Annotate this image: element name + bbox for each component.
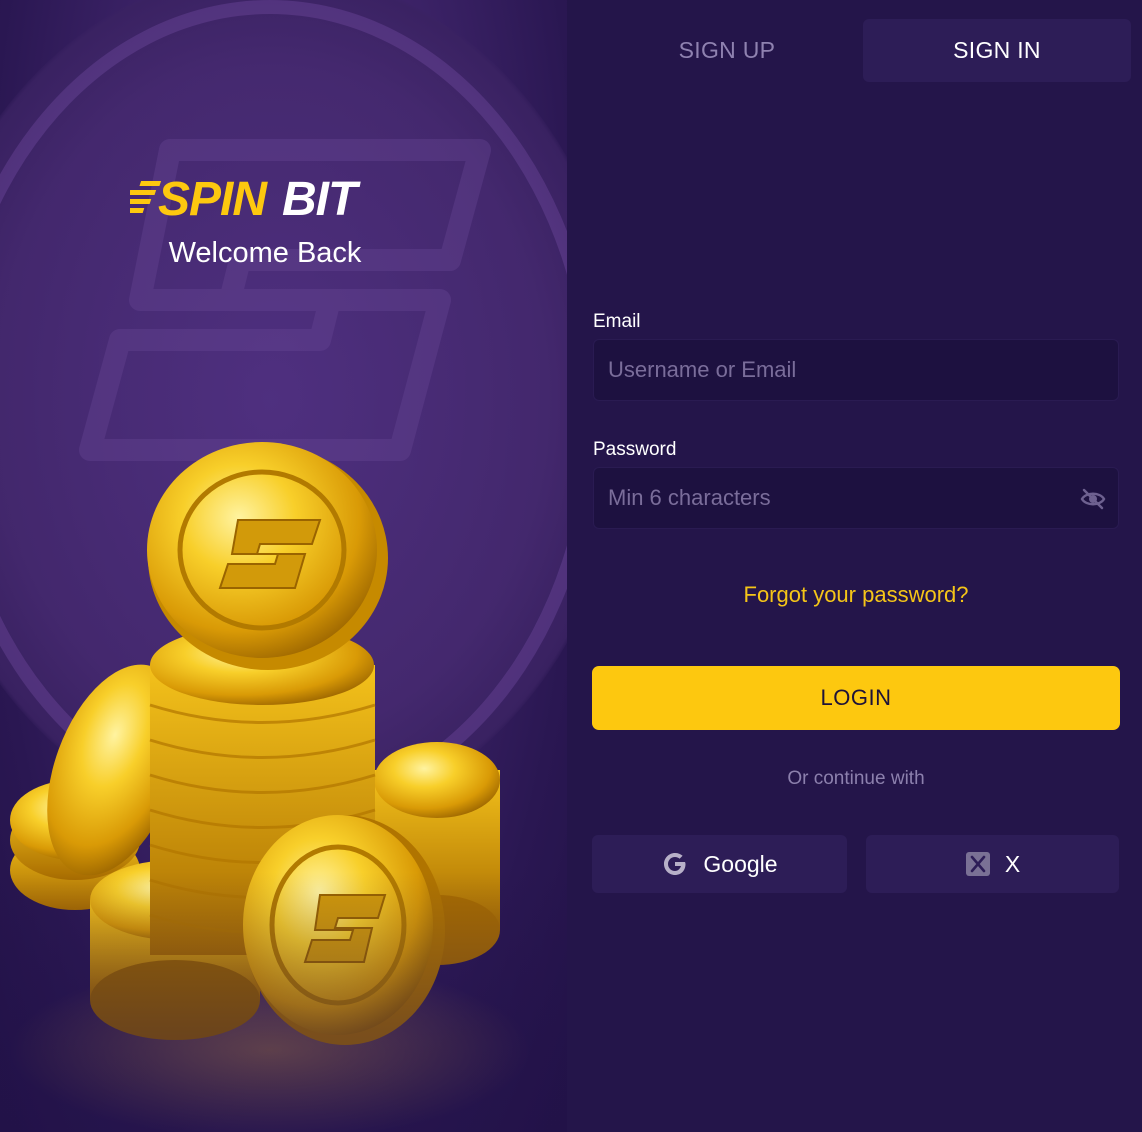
tab-sign-in[interactable]: SIGN IN — [863, 19, 1131, 82]
password-field[interactable] — [594, 468, 1118, 528]
auth-panel: SIGN UP SIGN IN Email Password Forgot yo… — [567, 0, 1142, 1132]
email-field[interactable] — [594, 340, 1118, 400]
tab-sign-up[interactable]: SIGN UP — [591, 19, 863, 82]
x-label: X — [1004, 850, 1021, 877]
svg-text:SPIN: SPIN — [158, 173, 268, 222]
svg-text:BIT: BIT — [282, 173, 361, 222]
login-button[interactable]: LOGIN — [592, 666, 1120, 730]
x-icon — [965, 852, 990, 876]
google-label: Google — [703, 850, 778, 877]
eye-off-icon[interactable] — [1080, 487, 1106, 511]
background-s-emblem — [79, 139, 491, 461]
forgot-password-link[interactable]: Forgot your password? — [593, 582, 1119, 608]
password-label: Password — [593, 439, 677, 460]
google-login-button[interactable]: Google — [592, 835, 847, 893]
or-continue-with-text: Or continue with — [787, 768, 925, 789]
promo-panel-fade — [0, 872, 567, 1132]
promo-panel: SPIN BIT Welcome Back — [0, 0, 567, 1132]
password-field-container — [593, 467, 1119, 529]
spinbit-logo: SPIN BIT — [130, 173, 362, 222]
email-field-container — [593, 339, 1119, 401]
x-login-button[interactable]: X — [866, 835, 1119, 893]
email-label: Email — [593, 311, 641, 332]
google-icon — [664, 853, 686, 875]
welcome-heading: Welcome Back — [168, 237, 362, 269]
